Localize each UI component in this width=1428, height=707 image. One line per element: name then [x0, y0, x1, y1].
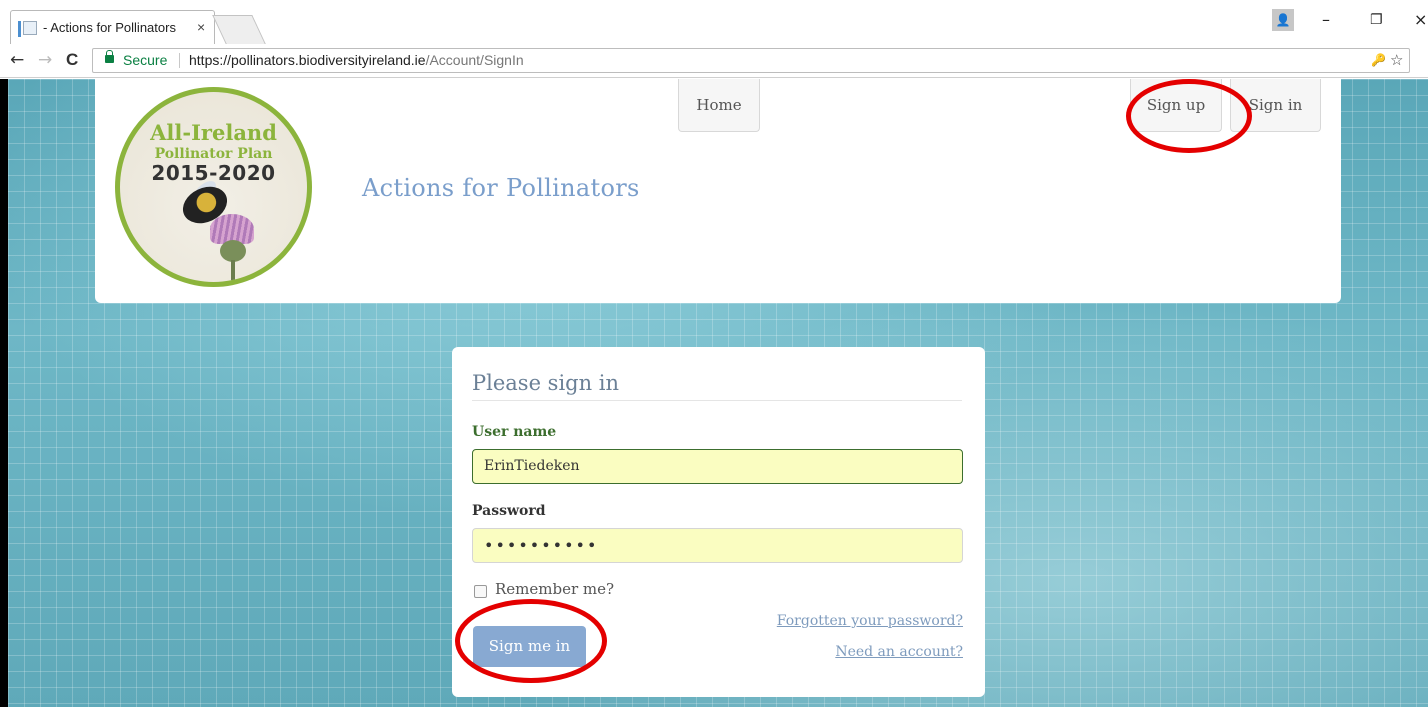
sign-in-heading: Please sign in [472, 371, 620, 395]
new-tab-button[interactable] [212, 15, 266, 44]
thistle-stem-illustration [231, 260, 235, 282]
address-separator [179, 53, 180, 68]
lock-icon [105, 50, 114, 63]
thistle-head-illustration [220, 240, 246, 262]
secure-label: Secure [123, 52, 168, 68]
back-icon[interactable]: ← [10, 50, 24, 70]
address-bar-row: ← → C Secure https://pollinators.biodive… [0, 44, 1428, 78]
address-bar[interactable]: Secure https://pollinators.biodiversityi… [92, 48, 1410, 73]
need-account-link[interactable]: Need an account? [835, 644, 963, 660]
url-path: /Account/SignIn [425, 52, 524, 68]
pollinator-plan-logo[interactable]: All-Ireland Pollinator Plan 2015-2020 [115, 87, 312, 287]
window-left-edge [0, 79, 8, 707]
url-host: https://pollinators.biodiversityireland.… [189, 52, 426, 68]
restore-icon[interactable]: ❐ [1370, 12, 1383, 28]
tab-close-icon[interactable]: × [197, 19, 205, 35]
page-favicon-icon [18, 21, 37, 37]
key-icon[interactable]: 🔑 [1371, 53, 1386, 67]
bookmark-star-icon[interactable]: ☆ [1390, 51, 1403, 69]
url-text[interactable]: https://pollinators.biodiversityireland.… [189, 52, 524, 68]
browser-tab-strip: - Actions for Pollinators × 👤 – ❐ × [0, 0, 1428, 44]
sign-me-in-highlight-ring [455, 599, 607, 683]
minimize-icon[interactable]: – [1322, 10, 1330, 29]
username-input[interactable]: ErinTiedeken [472, 449, 963, 484]
tab-title: - Actions for Pollinators [43, 20, 176, 35]
browser-tab[interactable]: - Actions for Pollinators × [10, 10, 215, 44]
password-input[interactable]: •••••••••• [472, 528, 963, 563]
sign-in-highlight-ring [1126, 79, 1252, 153]
page-viewport: All-Ireland Pollinator Plan 2015-2020 Ac… [8, 79, 1428, 707]
window-close-icon[interactable]: × [1414, 10, 1427, 29]
username-label: User name [472, 424, 557, 440]
logo-line-2: Pollinator Plan [154, 146, 273, 162]
reload-icon[interactable]: C [66, 50, 78, 70]
site-title[interactable]: Actions for Pollinators [362, 174, 640, 202]
password-label: Password [472, 503, 546, 519]
profile-icon[interactable]: 👤 [1272, 9, 1294, 31]
forward-icon[interactable]: → [38, 50, 52, 70]
nav-home[interactable]: Home [678, 79, 760, 132]
heading-divider [472, 400, 962, 401]
logo-line-1: All-Ireland [150, 120, 277, 145]
forgot-password-link[interactable]: Forgotten your password? [777, 613, 963, 629]
remember-me-checkbox[interactable] [474, 585, 487, 598]
remember-me-label[interactable]: Remember me? [495, 580, 614, 598]
